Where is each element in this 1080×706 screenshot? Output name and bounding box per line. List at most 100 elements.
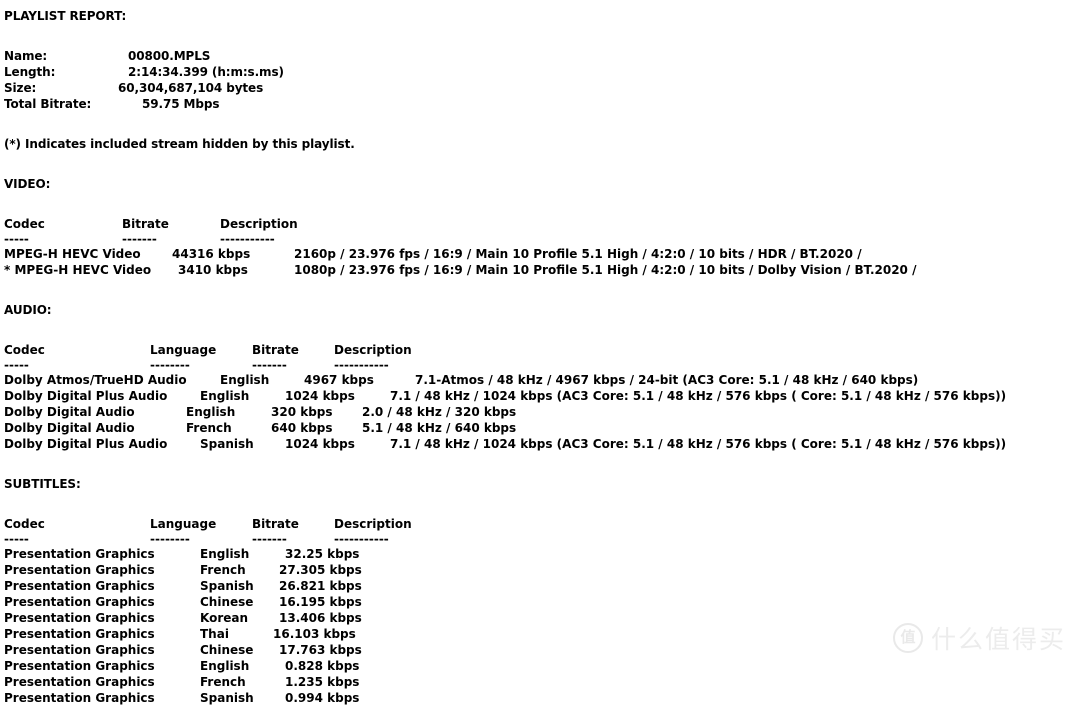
video-description: 1080p / 23.976 fps / 16:9 / Main 10 Prof… [294,263,917,277]
subtitle-bitrate: 16.195 kbps [279,595,362,609]
column-header-codec: Codec [4,217,45,231]
video-header-rule: ----- ------- ----------- [4,232,1076,246]
summary-label: Size: [4,81,37,95]
subtitle-codec: Presentation Graphics [4,675,155,689]
subtitle-bitrate: 0.828 kbps [285,659,360,673]
rule-language: -------- [150,532,190,546]
column-header-bitrate: Bitrate [252,343,299,357]
rule-bitrate: ------- [252,358,287,372]
column-header-language: Language [150,517,217,531]
subtitle-codec: Presentation Graphics [4,547,155,561]
audio-bitrate: 4967 kbps [304,373,374,387]
subtitle-bitrate: 27.305 kbps [279,563,362,577]
subtitle-language: French [200,675,246,689]
hidden-stream-note: (*) Indicates included stream hidden by … [4,137,355,151]
summary-row: Size: 60,304,687,104 bytes [4,80,1076,96]
page-title: PLAYLIST REPORT: [4,9,127,23]
summary-value: 60,304,687,104 bytes [118,81,264,95]
column-header-codec: Codec [4,343,45,357]
summary-label: Length: [4,65,56,79]
subtitle-codec: Presentation Graphics [4,643,155,657]
subtitle-bitrate: 26.821 kbps [279,579,362,593]
rule-description: ----------- [334,358,389,372]
playlist-report: PLAYLIST REPORT: Name: 00800.MPLS Length: 2… [4,8,1076,706]
section-heading-audio: AUDIO: [4,303,52,317]
audio-description: 5.1 / 48 kHz / 640 kbps [362,421,517,435]
video-bitrate: 44316 kbps [172,247,251,261]
subtitle-stream-row: Presentation Graphics Thai 16.103 kbps [4,626,1076,642]
summary-label: Name: [4,49,48,63]
subtitle-codec: Presentation Graphics [4,659,155,673]
section-heading-video: VIDEO: [4,177,51,191]
summary-value: 59.75 Mbps [142,97,220,111]
audio-stream-row: Dolby Atmos/TrueHD Audio English 4967 kbps… [4,372,1076,388]
audio-language: English [220,373,270,387]
audio-description: 2.0 / 48 kHz / 320 kbps [362,405,517,419]
column-header-language: Language [150,343,217,357]
video-bitrate: 3410 kbps [178,263,248,277]
audio-bitrate: 1024 kbps [285,437,355,451]
summary-row: Name: 00800.MPLS [4,48,1076,64]
subtitle-stream-row: Presentation Graphics French 1.235 kbps [4,674,1076,690]
subtitle-stream-row: Presentation Graphics English 0.828 kbps [4,658,1076,674]
subtitle-stream-row: Presentation Graphics Chinese 16.195 kbps [4,594,1076,610]
audio-table-header: Codec Language Bitrate Description [4,342,1076,358]
subtitle-codec: Presentation Graphics [4,595,155,609]
audio-bitrate: 320 kbps [271,405,333,419]
audio-codec: Dolby Digital Plus Audio [4,389,168,403]
subtitle-language: Spanish [200,579,254,593]
column-header-bitrate: Bitrate [252,517,299,531]
column-header-bitrate: Bitrate [122,217,169,231]
subtitle-stream-row: Presentation Graphics French 27.305 kbps [4,562,1076,578]
column-header-description: Description [334,343,412,357]
audio-bitrate: 1024 kbps [285,389,355,403]
subtitle-bitrate: 17.763 kbps [279,643,362,657]
subtitle-language: Thai [200,627,229,641]
subtitles-table-header: Codec Language Bitrate Description [4,516,1076,532]
subtitle-language: English [200,547,250,561]
column-header-codec: Codec [4,517,45,531]
audio-codec: Dolby Atmos/TrueHD Audio [4,373,187,387]
column-header-description: Description [220,217,298,231]
audio-description: 7.1 / 48 kHz / 1024 kbps (AC3 Core: 5.1 … [390,389,1007,403]
rule-description: ----------- [334,532,389,546]
subtitle-codec: Presentation Graphics [4,691,155,705]
subtitle-language: French [200,563,246,577]
subtitle-bitrate: 16.103 kbps [273,627,356,641]
subtitle-codec: Presentation Graphics [4,611,155,625]
video-description: 2160p / 23.976 fps / 16:9 / Main 10 Prof… [294,247,862,261]
rule-description: ----------- [220,232,275,246]
subtitle-codec: Presentation Graphics [4,563,155,577]
audio-language: English [200,389,250,403]
audio-language: Spanish [200,437,254,451]
video-codec: MPEG-H HEVC Video [4,247,141,261]
subtitle-language: Chinese [200,643,254,657]
audio-stream-row: Dolby Digital Audio English 320 kbps 2.0 / … [4,404,1076,420]
audio-stream-row: Dolby Digital Plus Audio Spanish 1024 kbps… [4,436,1076,452]
audio-stream-row: Dolby Digital Plus Audio English 1024 kbps… [4,388,1076,404]
subtitle-bitrate: 1.235 kbps [285,675,360,689]
video-codec: * MPEG-H HEVC Video [4,263,152,277]
rule-codec: ----- [4,232,29,246]
subtitles-header-rule: ----- -------- ------- ----------- [4,532,1076,546]
subtitle-language: Spanish [200,691,254,705]
subtitle-bitrate: 13.406 kbps [279,611,362,625]
subtitle-stream-row: Presentation Graphics English 32.25 kbps [4,546,1076,562]
summary-value: 2:14:34.399 (h:m:s.ms) [128,65,284,79]
audio-rows: Dolby Atmos/TrueHD Audio English 4967 kbps… [4,372,1076,452]
column-header-description: Description [334,517,412,531]
subtitle-bitrate: 0.994 kbps [285,691,360,705]
audio-bitrate: 640 kbps [271,421,333,435]
summary-row: Total Bitrate: 59.75 Mbps [4,96,1076,112]
